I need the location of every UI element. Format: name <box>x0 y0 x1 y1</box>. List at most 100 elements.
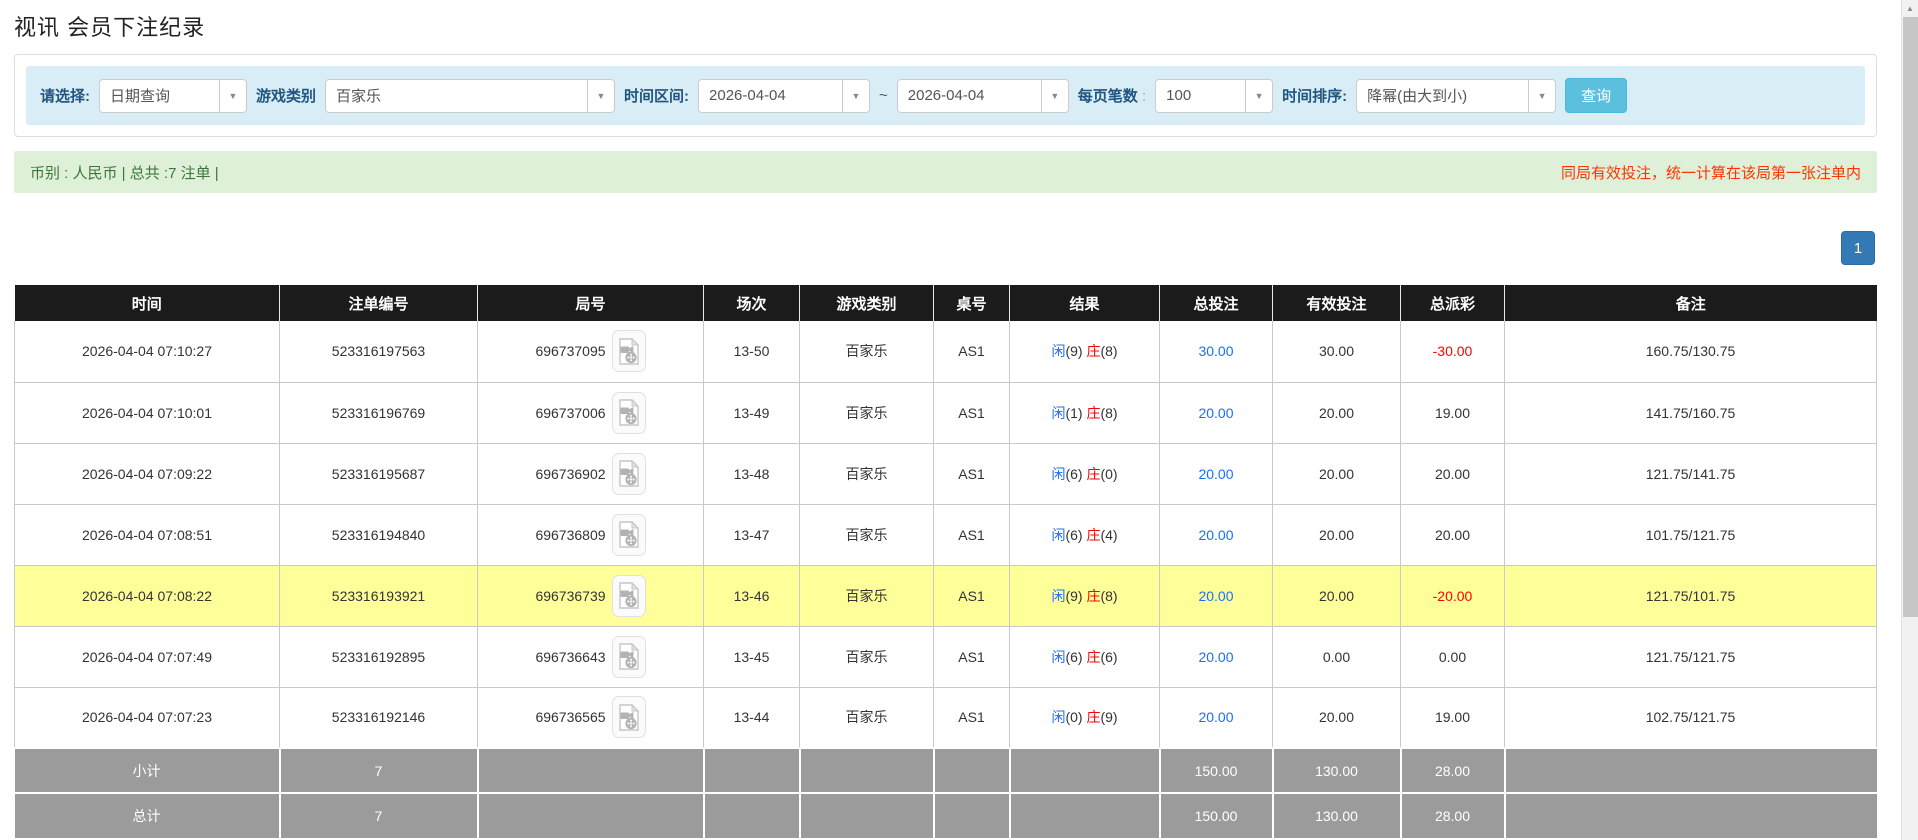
cell-table-no: AS1 <box>934 504 1010 565</box>
footer-label: 总计 <box>15 793 280 838</box>
cell-remark: 141.75/160.75 <box>1505 382 1877 443</box>
table-footer: 小计7150.00130.0028.00总计7150.00130.0028.00 <box>15 748 1877 838</box>
cell-result: 闲(1) 庄(8) <box>1010 382 1160 443</box>
cell-result: 闲(6) 庄(4) <box>1010 504 1160 565</box>
player-label: 闲 <box>1051 527 1065 543</box>
player-score: (6) <box>1065 649 1086 665</box>
cell-total-bet: 20.00 <box>1160 504 1273 565</box>
footer-empty <box>934 748 1010 793</box>
player-score: (6) <box>1065 466 1086 482</box>
video-replay-button[interactable] <box>612 392 646 434</box>
player-score: (9) <box>1065 343 1086 359</box>
cell-valid-bet: 20.00 <box>1273 382 1401 443</box>
date-from-select[interactable]: 2026-04-04 ▼ <box>698 79 870 113</box>
cell-time: 2026-04-04 07:07:23 <box>15 687 280 748</box>
page-size-select[interactable]: 100 ▼ <box>1155 79 1273 113</box>
player-label: 闲 <box>1051 588 1065 604</box>
player-score: (1) <box>1065 405 1086 421</box>
game-type-value: 百家乐 <box>326 80 587 112</box>
game-type-select[interactable]: 百家乐 ▼ <box>325 79 615 113</box>
filter-panel: 请选择: 日期查询 ▼ 游戏类别 百家乐 ▼ 时间区间: 2026-04-04 … <box>14 54 1877 137</box>
query-mode-select[interactable]: 日期查询 ▼ <box>99 79 247 113</box>
column-header: 局号 <box>478 285 704 321</box>
banker-label: 庄 <box>1086 466 1100 482</box>
cell-session: 13-47 <box>704 504 800 565</box>
column-header: 结果 <box>1010 285 1160 321</box>
column-header: 游戏类别 <box>800 285 934 321</box>
chevron-down-icon: ▼ <box>587 80 614 112</box>
banker-score: (6) <box>1100 649 1117 665</box>
cell-round-id: 696736739 <box>478 565 704 626</box>
video-replay-button[interactable] <box>612 514 646 556</box>
query-mode-label: 请选择: <box>40 85 90 106</box>
sort-select[interactable]: 降幂(由大到小) ▼ <box>1356 79 1556 113</box>
player-label: 闲 <box>1051 405 1065 421</box>
query-mode-value: 日期查询 <box>100 80 219 112</box>
video-record-icon <box>618 704 640 731</box>
video-replay-button[interactable] <box>612 696 646 738</box>
search-button[interactable]: 查询 <box>1565 78 1627 113</box>
cell-game-type: 百家乐 <box>800 687 934 748</box>
cell-valid-bet: 20.00 <box>1273 443 1401 504</box>
column-header: 注单编号 <box>280 285 478 321</box>
date-from-value: 2026-04-04 <box>699 80 842 112</box>
cell-payout: 19.00 <box>1401 382 1505 443</box>
footer-empty <box>478 793 704 838</box>
cell-total-bet: 20.00 <box>1160 687 1273 748</box>
round-number: 696736902 <box>535 466 605 482</box>
video-record-icon <box>618 460 640 487</box>
page-size-label: 每页笔数 : <box>1078 85 1146 106</box>
video-replay-button[interactable] <box>612 575 646 617</box>
table-row: 2026-04-04 07:08:22523316193921696736739… <box>15 565 1877 626</box>
date-to-select[interactable]: 2026-04-04 ▼ <box>897 79 1069 113</box>
banker-score: (9) <box>1100 709 1117 725</box>
banker-label: 庄 <box>1086 343 1100 359</box>
video-record-icon <box>618 582 640 609</box>
cell-time: 2026-04-04 07:08:22 <box>15 565 280 626</box>
cell-bet-id: 523316194840 <box>280 504 478 565</box>
cell-total-bet: 20.00 <box>1160 565 1273 626</box>
cell-remark: 121.75/101.75 <box>1505 565 1877 626</box>
footer-valid-bet: 130.00 <box>1273 748 1401 793</box>
banker-label: 庄 <box>1086 527 1100 543</box>
video-replay-button[interactable] <box>612 453 646 495</box>
banker-score: (8) <box>1100 343 1117 359</box>
footer-total-bet: 150.00 <box>1160 748 1273 793</box>
cell-table-no: AS1 <box>934 565 1010 626</box>
summary-bar: 币别 : 人民币 | 总共 :7 注单 | 同局有效投注，统一计算在该局第一张注… <box>14 151 1877 193</box>
cell-session: 13-45 <box>704 626 800 687</box>
table-body: 2026-04-04 07:10:27523316197563696737095… <box>15 321 1877 748</box>
video-record-icon <box>618 521 640 548</box>
column-header: 总派彩 <box>1401 285 1505 321</box>
scroll-up-icon[interactable]: ▲ <box>1902 0 1918 17</box>
video-replay-button[interactable] <box>612 636 646 678</box>
cell-remark: 102.75/121.75 <box>1505 687 1877 748</box>
cell-result: 闲(6) 庄(6) <box>1010 626 1160 687</box>
video-replay-button[interactable] <box>612 330 646 372</box>
column-header: 总投注 <box>1160 285 1273 321</box>
cell-time: 2026-04-04 07:08:51 <box>15 504 280 565</box>
cell-payout: 20.00 <box>1401 443 1505 504</box>
player-label: 闲 <box>1051 649 1065 665</box>
sort-label: 时间排序: <box>1282 85 1347 106</box>
cell-game-type: 百家乐 <box>800 565 934 626</box>
cell-time: 2026-04-04 07:10:01 <box>15 382 280 443</box>
cell-table-no: AS1 <box>934 382 1010 443</box>
vertical-scrollbar[interactable]: ▲ <box>1901 0 1918 840</box>
page-1-button[interactable]: 1 <box>1841 231 1875 265</box>
cell-round-id: 696737006 <box>478 382 704 443</box>
footer-empty <box>1505 793 1877 838</box>
cell-table-no: AS1 <box>934 321 1010 382</box>
cell-remark: 121.75/141.75 <box>1505 443 1877 504</box>
banker-label: 庄 <box>1086 709 1100 725</box>
banker-label: 庄 <box>1086 649 1100 665</box>
video-record-icon <box>618 338 640 365</box>
scrollbar-thumb[interactable] <box>1903 17 1918 617</box>
table-row: 2026-04-04 07:09:22523316195687696736902… <box>15 443 1877 504</box>
tilde-separator: ~ <box>879 87 888 104</box>
cell-bet-id: 523316192895 <box>280 626 478 687</box>
footer-empty <box>800 748 934 793</box>
footer-valid-bet: 130.00 <box>1273 793 1401 838</box>
player-score: (9) <box>1065 588 1086 604</box>
cell-session: 13-49 <box>704 382 800 443</box>
